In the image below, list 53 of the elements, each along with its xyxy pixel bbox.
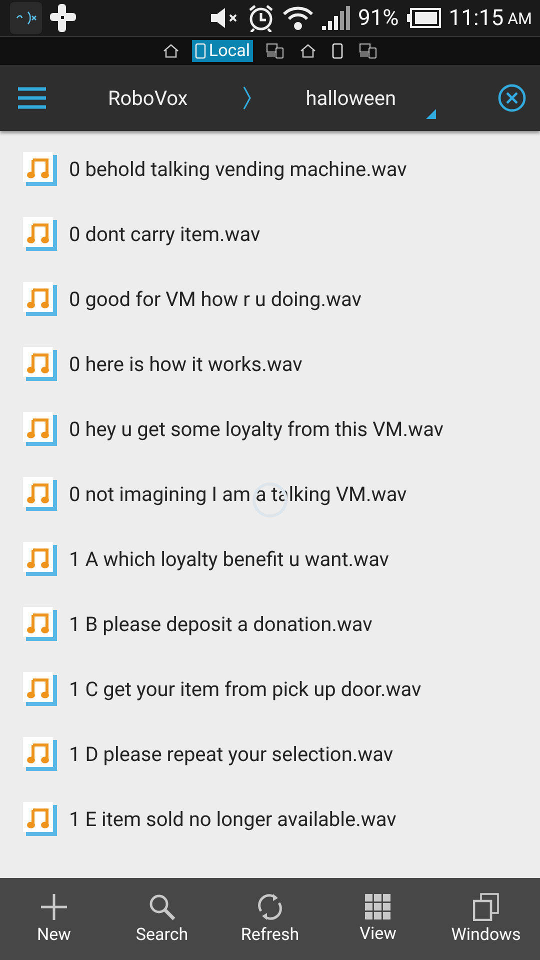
file-name[interactable]: 1 C get your item from pick up door.wav bbox=[69, 676, 422, 700]
music-file-icon bbox=[23, 282, 57, 316]
phone-icon bbox=[194, 43, 206, 59]
breadcrumb-item[interactable]: RoboVox bbox=[108, 86, 188, 110]
alarm-clock-icon bbox=[248, 4, 274, 32]
plus-icon bbox=[40, 893, 68, 921]
wifi-icon bbox=[282, 5, 314, 31]
chevron-right-icon bbox=[242, 86, 251, 110]
toolbar-button[interactable]: New bbox=[4, 893, 104, 945]
devices-icon bbox=[359, 43, 378, 59]
music-file-icon bbox=[23, 476, 57, 510]
battery-percentage: 91% bbox=[358, 6, 399, 30]
music-file-icon bbox=[23, 152, 57, 186]
location-tab[interactable]: Local bbox=[192, 40, 254, 62]
music-file-icon bbox=[23, 736, 57, 770]
music-file-icon bbox=[23, 606, 57, 640]
file-name[interactable]: 1 D please repeat your selection.wav bbox=[69, 742, 394, 766]
file-name[interactable]: 0 good for VM how r u doing.wav bbox=[69, 286, 362, 310]
file-name[interactable]: 1 A which loyalty benefit u want.wav bbox=[69, 546, 389, 570]
home-icon bbox=[300, 44, 316, 58]
refresh-icon bbox=[256, 893, 284, 921]
windows-icon bbox=[473, 893, 499, 921]
file-name[interactable]: 0 dont carry item.wav bbox=[69, 222, 260, 246]
toolbar-button[interactable]: View bbox=[328, 894, 428, 944]
music-file-icon bbox=[23, 802, 57, 836]
menu-icon[interactable] bbox=[18, 87, 46, 109]
breadcrumb-item[interactable]: halloween bbox=[306, 86, 396, 110]
phone-icon bbox=[332, 43, 344, 59]
clock-am-pm: AM bbox=[508, 8, 532, 28]
dropdown-corner-icon[interactable] bbox=[426, 109, 436, 119]
signal-icon bbox=[322, 6, 350, 30]
search-icon bbox=[148, 893, 176, 921]
toolbar-button[interactable]: Refresh bbox=[220, 893, 320, 945]
clock-time: 11:15 bbox=[448, 6, 504, 30]
file-name[interactable]: 1 E item sold no longer available.wav bbox=[69, 806, 396, 830]
grid-icon bbox=[365, 894, 391, 920]
close-icon[interactable] bbox=[498, 84, 526, 112]
devices-icon bbox=[266, 43, 284, 59]
app-icon bbox=[10, 2, 42, 34]
file-name[interactable]: 0 hey u get some loyalty from this VM.wav bbox=[69, 416, 444, 440]
file-name[interactable]: 0 here is how it works.wav bbox=[69, 352, 302, 376]
music-file-icon bbox=[23, 216, 57, 250]
home-icon bbox=[162, 44, 179, 58]
toolbar-button[interactable]: Windows bbox=[436, 893, 536, 945]
toolbar-button[interactable]: Search bbox=[112, 893, 212, 945]
music-file-icon bbox=[23, 346, 57, 380]
file-name[interactable]: 0 behold talking vending machine.wav bbox=[69, 156, 407, 180]
game-controller-icon bbox=[50, 4, 76, 32]
file-name[interactable]: 1 B please deposit a donation.wav bbox=[69, 612, 372, 636]
music-file-icon bbox=[23, 412, 57, 446]
battery-icon bbox=[406, 8, 441, 28]
music-file-icon bbox=[23, 672, 57, 706]
music-file-icon bbox=[23, 542, 57, 576]
